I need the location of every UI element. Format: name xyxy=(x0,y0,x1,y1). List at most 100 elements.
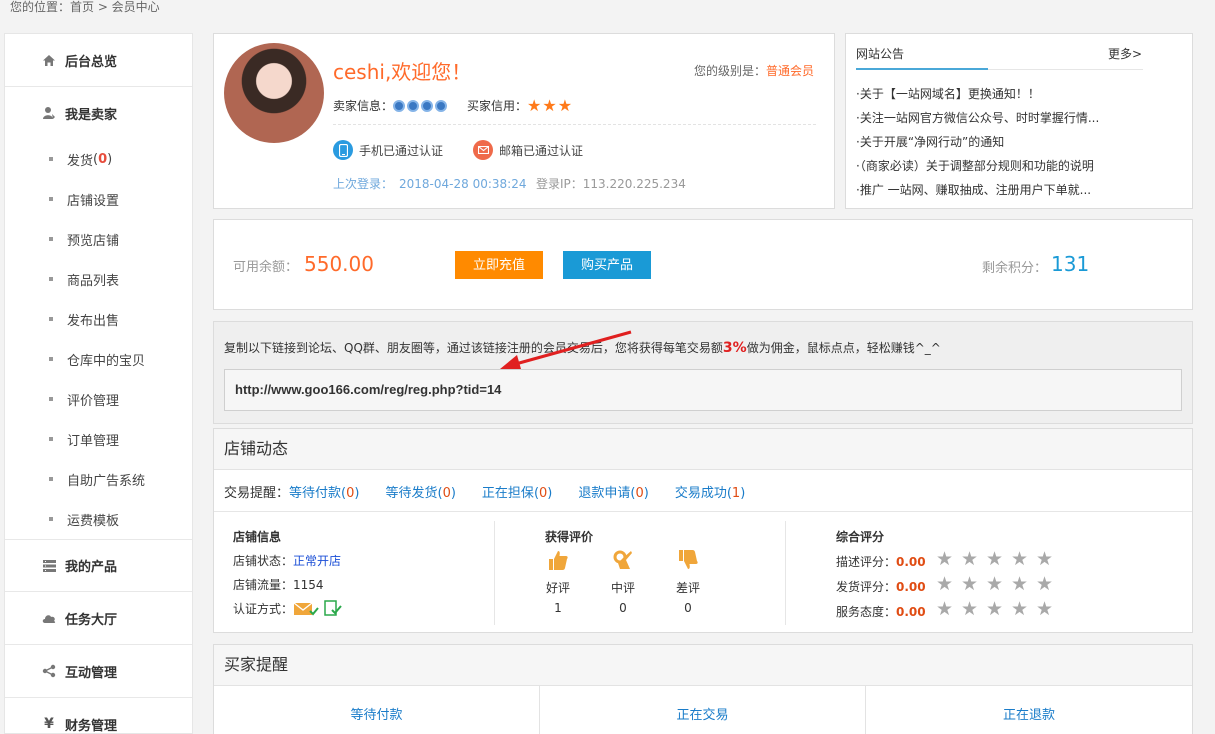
notice-title: 网站公告 xyxy=(856,47,905,61)
star-icon: ★ xyxy=(1011,598,1029,620)
sidebar-item-product-list[interactable]: 商品列表 xyxy=(5,259,192,299)
star-icon: ★ xyxy=(557,96,573,115)
sidebar-item-interaction[interactable]: 互动管理 xyxy=(5,645,192,698)
bullet-icon xyxy=(49,437,53,441)
buyer-in-trade-link[interactable]: 正在交易 xyxy=(540,685,866,734)
divider xyxy=(494,521,495,625)
star-icon: ★ xyxy=(936,548,954,570)
recharge-button[interactable]: 立即充值 xyxy=(455,251,543,279)
notice-item[interactable]: ·推广 一站网、赚取抽成、注册用户下单就... xyxy=(856,178,1136,202)
auth-methods: 认证方式： xyxy=(233,600,343,617)
sidebar-item-warehouse[interactable]: 仓库中的宝贝 xyxy=(5,339,192,379)
star-icon: ★ xyxy=(961,598,979,620)
bullet-icon xyxy=(49,477,53,481)
list-icon xyxy=(41,558,57,574)
sidebar-item-my-products[interactable]: 我的产品 xyxy=(5,539,192,592)
star-icon: ★ xyxy=(986,548,1004,570)
evaluations-title: 获得评价 xyxy=(545,530,594,544)
trade-link-awaiting-payment[interactable]: 等待付款(0) xyxy=(289,486,359,501)
eval-neutral: 中评 0 xyxy=(603,549,643,615)
star-icon: ★ xyxy=(1011,548,1029,570)
sidebar-item-label: 财务管理 xyxy=(65,718,118,734)
section-title: 店铺动态 xyxy=(214,429,1192,470)
star-icon: ★ xyxy=(1036,598,1054,620)
sidebar-item-seller[interactable]: 我是卖家 xyxy=(5,87,192,140)
divider xyxy=(333,124,816,125)
notice-item[interactable]: ·关注一站网官方微信公众号、时时掌握行情... xyxy=(856,106,1136,130)
buy-products-button[interactable]: 购买产品 xyxy=(563,251,651,279)
sidebar-item-label: 后台总览 xyxy=(65,54,118,70)
sidebar-item-label: 我的产品 xyxy=(65,560,118,575)
sidebar-item-preview-shop[interactable]: 预览店铺 xyxy=(5,219,192,259)
eval-good: 好评 1 xyxy=(538,549,578,615)
notice-item[interactable]: ·关于开展“净网行动”的通知 xyxy=(856,130,1136,154)
divider xyxy=(785,521,786,625)
sidebar: 后台总览 我是卖家 发货(0) 店铺设置 预览店铺 商品列表 发布出售 仓库中的… xyxy=(4,33,193,734)
sidebar-item-publish[interactable]: 发布出售 xyxy=(5,299,192,339)
bullet-icon xyxy=(49,317,53,321)
notice-item[interactable]: ·（商家必读）关于调整部分规则和功能的说明 xyxy=(856,154,1136,178)
yen-icon: ¥ xyxy=(44,716,54,732)
notice-more-link[interactable]: 更多> xyxy=(1108,45,1142,62)
greeting: ceshi,欢迎您！ xyxy=(333,60,472,84)
mail-icon xyxy=(473,140,493,160)
sidebar-item-finance[interactable]: ¥ 财务管理 xyxy=(5,698,192,734)
phone-verified: 手机已通过认证 xyxy=(333,140,443,160)
trade-link-success[interactable]: 交易成功(1) xyxy=(675,486,745,501)
notice-underline xyxy=(856,68,988,70)
sidebar-item-shipping-template[interactable]: 运费模板 xyxy=(5,499,192,539)
trade-link-awaiting-shipment[interactable]: 等待发货(0) xyxy=(385,486,455,501)
login-ip: 登录IP：113.220.225.234 xyxy=(536,177,686,191)
sidebar-item-task-hall[interactable]: 任务大厅 xyxy=(5,592,192,645)
buyer-reminders-panel: 买家提醒 等待付款 正在交易 正在退款 xyxy=(213,644,1193,734)
referral-link-field[interactable]: http://www.goo166.com/reg/reg.php?tid=14 xyxy=(224,369,1182,411)
balance-value: 550.00 xyxy=(304,252,374,276)
star-icon: ★ xyxy=(961,573,979,595)
last-login: 上次登录： 2018-04-28 00:38:24 xyxy=(333,177,527,191)
credit-row: 卖家信息： 买家信用： ★ ★ ★ xyxy=(333,96,573,115)
trade-link-refund[interactable]: 退款申请(0) xyxy=(578,486,648,501)
shop-info-title: 店铺信息 xyxy=(233,530,282,544)
home-icon xyxy=(41,52,57,68)
sidebar-item-shop-settings[interactable]: 店铺设置 xyxy=(5,179,192,219)
trade-link-guarantee[interactable]: 正在担保(0) xyxy=(482,486,552,501)
sidebar-item-ads[interactable]: 自助广告系统 xyxy=(5,459,192,499)
balance-panel: 可用余额： 550.00 立即充值 购买产品 剩余积分： 131 xyxy=(213,219,1193,310)
shop-status: 店铺状态：正常开店 xyxy=(233,554,342,568)
rating-shipping: 发货评分：0.00 xyxy=(836,580,926,594)
trade-reminder-row: 交易提醒：等待付款(0) 等待发货(0) 正在担保(0) 退款申请(0) 交易成功(1) xyxy=(224,486,746,501)
ratings-title: 综合评分 xyxy=(836,530,885,544)
divider xyxy=(988,69,1143,70)
notice-panel: 网站公告 更多> ·关于【一站网域名】更换通知！！ ·关注一站网官方微信公众号、… xyxy=(845,33,1193,209)
doc-verified-icon xyxy=(324,600,342,616)
star-icon: ★ xyxy=(542,96,557,115)
sidebar-item-dashboard[interactable]: 后台总览 xyxy=(5,34,192,87)
bullet-icon xyxy=(49,277,53,281)
bullet-icon xyxy=(49,517,53,521)
sidebar-item-reviews[interactable]: 评价管理 xyxy=(5,379,192,419)
sidebar-item-ship[interactable]: 发货(0) xyxy=(5,139,192,179)
star-icon: ★ xyxy=(936,598,954,620)
balance-label: 可用余额： xyxy=(233,260,299,275)
profile-panel: ceshi,欢迎您！ 您的级别是：普通会员 卖家信息： 买家信用： ★ ★ ★ … xyxy=(213,33,835,209)
star-icon: ★ xyxy=(936,573,954,595)
referral-text: 复制以下链接到论坛、QQ群、朋友圈等，通过该链接注册的会员交易后，您将获得每笔交… xyxy=(224,340,941,356)
crown-icon xyxy=(421,99,434,112)
breadcrumb: 您的位置：首页 > 会员中心 xyxy=(10,0,160,14)
section-title: 买家提醒 xyxy=(214,645,1192,686)
avatar xyxy=(224,43,324,143)
points-value: 131 xyxy=(1051,252,1090,276)
email-verified: 邮箱已通过认证 xyxy=(473,140,583,160)
star-icon: ★ xyxy=(1036,548,1054,570)
star-icon: ★ xyxy=(986,598,1004,620)
notice-item[interactable]: ·关于【一站网域名】更换通知！！ xyxy=(856,82,1136,106)
buyer-refunding-link[interactable]: 正在退款 xyxy=(866,685,1192,734)
bullet-icon xyxy=(49,357,53,361)
buyer-awaiting-payment-link[interactable]: 等待付款 xyxy=(214,685,540,734)
level-link[interactable]: 普通会员 xyxy=(766,64,814,78)
rating-description: 描述评分：0.00 xyxy=(836,555,926,569)
sidebar-item-orders[interactable]: 订单管理 xyxy=(5,419,192,459)
divider xyxy=(214,511,1192,512)
star-icon: ★ xyxy=(1011,573,1029,595)
cloud-icon xyxy=(41,610,57,626)
